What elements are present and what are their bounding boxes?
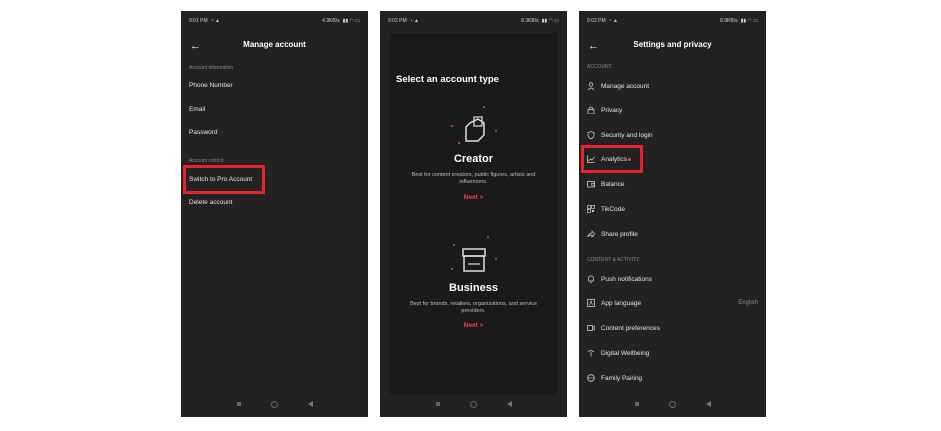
home-icon[interactable] bbox=[668, 400, 676, 408]
notification-icons: ◔ ▲ bbox=[409, 18, 419, 24]
menu-item-label: TikCode bbox=[601, 205, 625, 213]
back-icon[interactable] bbox=[506, 401, 512, 407]
recents-icon[interactable] bbox=[634, 402, 639, 406]
status-time: 9:01 PM bbox=[189, 18, 208, 24]
menu-item-label: App language bbox=[601, 299, 642, 307]
wallet-icon bbox=[587, 180, 595, 188]
status-bar: 9:01 PM ◔ ▲ 4.3KB/s ▮▮ ◠ ▭ bbox=[189, 16, 360, 26]
lock-icon bbox=[587, 106, 595, 114]
phone-screen-account-type: 9:02 PM ◔ ▲ 8.3KB/s ▮▮ ◠ ▭ Select an accou… bbox=[380, 11, 567, 417]
menu-item-digital-wellbeing[interactable]: Digital Wellbeing bbox=[587, 347, 758, 359]
menu-item-label: Manage account bbox=[601, 82, 650, 90]
highlight-box bbox=[183, 165, 265, 194]
network-speed: 4.3KB/s bbox=[322, 18, 340, 24]
creator-next-link[interactable]: Next > bbox=[380, 194, 567, 201]
status-bar: 9:02 PM ◔ ▲ 8.9KB/s ▮▮ ◠ ▭ bbox=[587, 16, 758, 26]
creator-hand-icon bbox=[450, 106, 497, 144]
status-bar: 9:02 PM ◔ ▲ 8.3KB/s ▮▮ ◠ ▭ bbox=[388, 16, 559, 26]
menu-item-label: Privacy bbox=[601, 106, 623, 114]
qr-icon bbox=[587, 205, 595, 213]
business-next-link[interactable]: Next > bbox=[380, 322, 567, 329]
menu-item-tikcode[interactable]: TikCode bbox=[587, 203, 758, 215]
menu-item-label: Push notifications bbox=[601, 275, 652, 283]
person-icon bbox=[587, 82, 595, 90]
status-time: 9:02 PM bbox=[587, 18, 606, 24]
password-row[interactable]: Password bbox=[189, 129, 360, 136]
signal-wifi-battery-icon: ▮▮ ◠ ▭ bbox=[541, 18, 559, 24]
recents-icon[interactable] bbox=[435, 402, 440, 406]
delete-account-row[interactable]: Delete account bbox=[189, 199, 360, 206]
menu-item-content-preferences[interactable]: Content preferences bbox=[587, 322, 758, 334]
phone-screen-manage-account: 9:01 PM ◔ ▲ 4.3KB/s ▮▮ ◠ ▭ ← Manage accoun… bbox=[181, 11, 368, 417]
bell-icon bbox=[587, 275, 595, 283]
section-account-information: Account information bbox=[189, 65, 234, 71]
android-nav-bar bbox=[380, 399, 567, 409]
recents-icon[interactable] bbox=[236, 402, 241, 406]
network-speed: 8.9KB/s bbox=[720, 18, 738, 24]
business-description: Best for brands, retailers, organization… bbox=[410, 301, 537, 314]
phone-screen-settings-privacy: 9:02 PM ◔ ▲ 8.9KB/s ▮▮ ◠ ▭ ← Settings and … bbox=[579, 11, 766, 417]
share-icon bbox=[587, 230, 595, 238]
menu-item-label: Family Pairing bbox=[601, 374, 643, 382]
menu-item-label: Digital Wellbeing bbox=[601, 349, 650, 357]
menu-item-family-pairing[interactable]: Family Pairing bbox=[587, 372, 758, 384]
signal-wifi-battery-icon: ▮▮ ◠ ▭ bbox=[740, 18, 758, 24]
network-speed: 8.3KB/s bbox=[521, 18, 539, 24]
android-nav-bar bbox=[579, 399, 766, 409]
video-icon bbox=[587, 324, 595, 332]
menu-item-label: Balance bbox=[601, 180, 625, 188]
business-store-icon bbox=[450, 236, 497, 272]
shield-icon bbox=[587, 131, 595, 139]
menu-item-security-login[interactable]: Security and login bbox=[587, 129, 758, 141]
home-icon[interactable] bbox=[469, 400, 477, 408]
language-icon bbox=[587, 299, 595, 307]
status-time: 9:02 PM bbox=[388, 18, 407, 24]
notification-icons: ◔ ▲ bbox=[210, 18, 220, 24]
creator-description: Best for content creators, public figure… bbox=[411, 172, 536, 185]
section-account: ACCOUNT bbox=[587, 64, 612, 70]
app-language-value: English bbox=[738, 300, 758, 306]
screen-background bbox=[390, 33, 557, 395]
menu-item-label: Security and login bbox=[601, 131, 653, 139]
highlight-box bbox=[581, 145, 643, 173]
page-title: Settings and privacy bbox=[633, 40, 712, 49]
signal-wifi-battery-icon: ▮▮ ◠ ▭ bbox=[342, 18, 360, 24]
page-title: Manage account bbox=[243, 40, 306, 49]
select-account-type-heading: Select an account type bbox=[396, 74, 499, 85]
creator-title: Creator bbox=[453, 153, 494, 165]
wellbeing-icon bbox=[587, 349, 595, 357]
menu-item-label: Share profile bbox=[601, 230, 638, 238]
menu-item-manage-account[interactable]: Manage account bbox=[587, 80, 758, 92]
back-icon[interactable] bbox=[705, 401, 711, 407]
menu-item-privacy[interactable]: Privacy bbox=[587, 104, 758, 116]
notification-icons: ◔ ▲ bbox=[608, 18, 618, 24]
menu-item-push-notifications[interactable]: Push notifications bbox=[587, 273, 758, 285]
menu-item-share-profile[interactable]: Share profile bbox=[587, 228, 758, 240]
menu-item-app-language[interactable]: App language English bbox=[587, 297, 758, 309]
phone-number-row[interactable]: Phone Number bbox=[189, 82, 360, 89]
home-icon[interactable] bbox=[270, 400, 278, 408]
android-nav-bar bbox=[181, 399, 368, 409]
back-icon[interactable] bbox=[307, 401, 313, 407]
email-row[interactable]: Email bbox=[189, 106, 360, 113]
menu-item-balance[interactable]: Balance bbox=[587, 178, 758, 190]
family-icon bbox=[587, 374, 595, 382]
section-account-control: Account control bbox=[189, 158, 224, 164]
business-title: Business bbox=[449, 282, 498, 294]
section-content-activity: CONTENT & ACTIVITY bbox=[587, 257, 640, 263]
menu-item-label: Content preferences bbox=[601, 324, 660, 332]
